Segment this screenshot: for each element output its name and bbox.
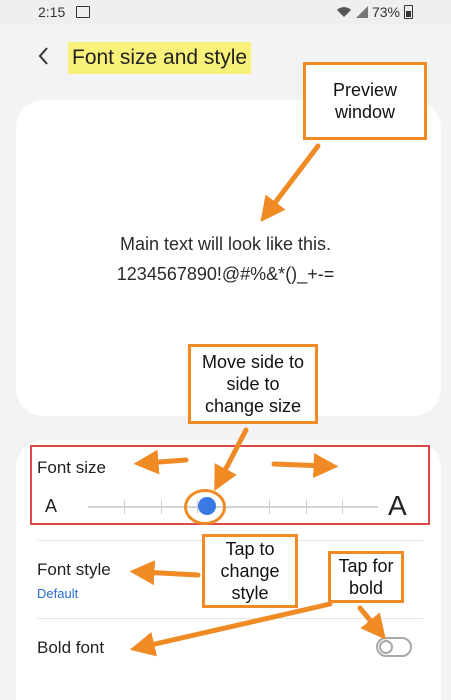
arrow-to-bold-label — [129, 601, 333, 657]
arrow-to-thumb — [214, 427, 249, 492]
arrow-slide-left — [133, 449, 189, 475]
arrow-to-preview — [260, 143, 321, 222]
arrow-slide-right — [271, 453, 339, 479]
callout-preview-text: Preview window — [332, 80, 398, 122]
callout-move-slider: Move side to side to change size — [188, 344, 318, 424]
callout-style-text: Tap to change style — [220, 539, 280, 603]
callout-bold-text: Tap for bold — [338, 556, 394, 598]
callout-tap-bold: Tap for bold — [328, 551, 404, 603]
callout-preview-window: Preview window — [303, 62, 427, 140]
arrow-to-font-style — [129, 560, 201, 586]
callout-move-text: Move side to side to change size — [201, 352, 305, 416]
callout-tap-style: Tap to change style — [202, 534, 298, 608]
arrow-to-bold-toggle — [357, 605, 386, 640]
